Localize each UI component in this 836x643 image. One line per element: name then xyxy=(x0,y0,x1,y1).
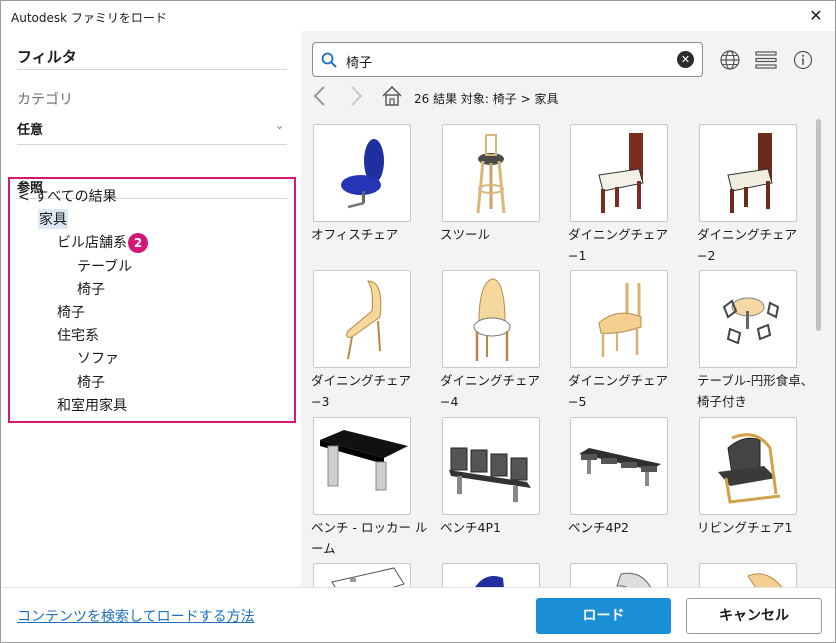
result-label: リビングチェア1 xyxy=(697,520,793,535)
bench-4p1-icon xyxy=(449,447,531,502)
dining-chair-1-icon xyxy=(598,133,644,213)
chevron-down-icon[interactable]: ⌄ xyxy=(275,119,284,132)
cancel-button[interactable]: キャンセル xyxy=(686,598,822,634)
category-tree: < すべての結果 家具 ビル店舗系 テーブル 椅子 椅子 住宅系 ソファ 椅子 和室用家具 xyxy=(8,177,296,423)
window-title: Autodesk ファミリをロード xyxy=(11,11,167,25)
tree-item[interactable]: 椅子 xyxy=(57,302,85,322)
partial-3-thumbnail[interactable] xyxy=(570,563,668,587)
living-chair-1-thumbnail[interactable] xyxy=(699,417,797,515)
dining-chair-3-icon xyxy=(346,280,382,360)
result-label: ベンチ4P2 xyxy=(568,520,629,535)
result-label: オフィスチェア xyxy=(311,227,399,242)
load-family-dialog: Autodesk ファミリをロード ✕ フィルタ カテゴリ 任意 ⌄ 参照 < … xyxy=(0,0,836,643)
tree-item[interactable]: 住宅系 xyxy=(57,325,99,345)
help-link[interactable]: コンテンツを検索してロードする方法 xyxy=(17,606,255,626)
list-view-icon[interactable] xyxy=(755,49,777,71)
load-button[interactable]: ロード xyxy=(536,598,671,634)
dining-chair-4-icon xyxy=(473,278,511,361)
round-table-set-icon xyxy=(722,297,780,345)
dialog-footer: コンテンツを検索してロードする方法 ロード キャンセル xyxy=(1,587,835,642)
bench-4p2-icon xyxy=(579,448,661,486)
dining-chair-3-thumbnail[interactable] xyxy=(313,270,411,368)
tree-item[interactable]: 和室用家具 xyxy=(57,395,127,415)
tree-item[interactable]: 椅子 xyxy=(77,279,105,299)
home-icon[interactable] xyxy=(381,85,403,107)
globe-icon[interactable] xyxy=(719,49,741,71)
results-panel: 椅子 ✕ 26 結果 対象: 椅子 > 家具 オフィスチェア スツール ダイニン… xyxy=(301,31,835,587)
partial-4-icon xyxy=(747,573,783,587)
tree-item[interactable]: ソファ xyxy=(77,348,119,368)
vertical-scrollbar[interactable] xyxy=(816,119,821,331)
office-chair-icon xyxy=(341,139,384,209)
dining-chair-4-thumbnail[interactable] xyxy=(442,270,540,368)
tree-item[interactable]: 椅子 xyxy=(77,372,105,392)
partial-4-thumbnail[interactable] xyxy=(699,563,797,587)
search-input[interactable]: 椅子 xyxy=(346,52,372,71)
info-icon[interactable] xyxy=(792,49,814,71)
dining-chair-5-icon xyxy=(598,283,642,357)
tree-item[interactable]: 家具 xyxy=(38,209,68,230)
round-table-set-thumbnail[interactable] xyxy=(699,270,797,368)
result-label: ダイニングチェア−4 xyxy=(440,373,541,409)
partial-3-icon xyxy=(616,572,651,587)
tree-item[interactable]: テーブル xyxy=(77,256,132,276)
breadcrumb: 26 結果 対象: 椅子 > 家具 xyxy=(414,92,559,106)
close-icon[interactable]: ✕ xyxy=(803,3,829,29)
category-dropdown[interactable]: 任意 xyxy=(17,119,43,138)
dining-chair-2-icon xyxy=(727,133,773,213)
filter-heading: フィルタ xyxy=(17,48,77,66)
stool-thumbnail[interactable] xyxy=(442,124,540,222)
result-label: ベンチ - ロッカー ルーム xyxy=(311,520,428,556)
partial-1-icon xyxy=(331,567,405,587)
search-box[interactable]: 椅子 ✕ xyxy=(312,42,703,77)
partial-2-thumbnail[interactable] xyxy=(442,563,540,587)
result-label: ダイニングチェア−3 xyxy=(311,373,412,409)
partial-1-thumbnail[interactable] xyxy=(313,563,411,587)
category-label: カテゴリ xyxy=(17,92,73,108)
locker-bench-icon xyxy=(320,430,408,491)
search-icon xyxy=(321,52,337,68)
divider xyxy=(17,69,287,70)
result-label: ダイニングチェア−1 xyxy=(568,227,669,263)
dining-chair-5-thumbnail[interactable] xyxy=(570,270,668,368)
back-arrow-icon[interactable] xyxy=(311,85,329,107)
bench-4p1-thumbnail[interactable] xyxy=(442,417,540,515)
dining-chair-1-thumbnail[interactable] xyxy=(570,124,668,222)
title-bar: Autodesk ファミリをロード ✕ xyxy=(1,1,835,31)
locker-bench-thumbnail[interactable] xyxy=(313,417,411,515)
result-label: テーブル-円形食卓、椅子付き xyxy=(697,373,811,409)
stool-icon xyxy=(476,134,506,214)
partial-2-icon xyxy=(475,576,504,587)
divider xyxy=(17,144,287,145)
office-chair-thumbnail[interactable] xyxy=(313,124,411,222)
result-label: スツール xyxy=(440,227,491,242)
tree-item[interactable]: ビル店舗系 xyxy=(57,232,127,252)
tree-item[interactable]: < すべての結果 xyxy=(18,186,117,206)
result-label: ダイニングチェア−5 xyxy=(568,373,669,409)
results-grid: オフィスチェア スツール ダイニングチェア−1 ダイニングチェア−2 ダイニングチェア−… xyxy=(311,124,811,587)
callout-badge: 2 xyxy=(128,233,148,253)
forward-arrow-icon[interactable] xyxy=(347,85,365,107)
clear-icon[interactable]: ✕ xyxy=(677,51,694,68)
living-chair-1-icon xyxy=(718,433,781,504)
bench-4p2-thumbnail[interactable] xyxy=(570,417,668,515)
result-label: ベンチ4P1 xyxy=(440,520,501,535)
dining-chair-2-thumbnail[interactable] xyxy=(699,124,797,222)
result-label: ダイニングチェア−2 xyxy=(697,227,798,263)
